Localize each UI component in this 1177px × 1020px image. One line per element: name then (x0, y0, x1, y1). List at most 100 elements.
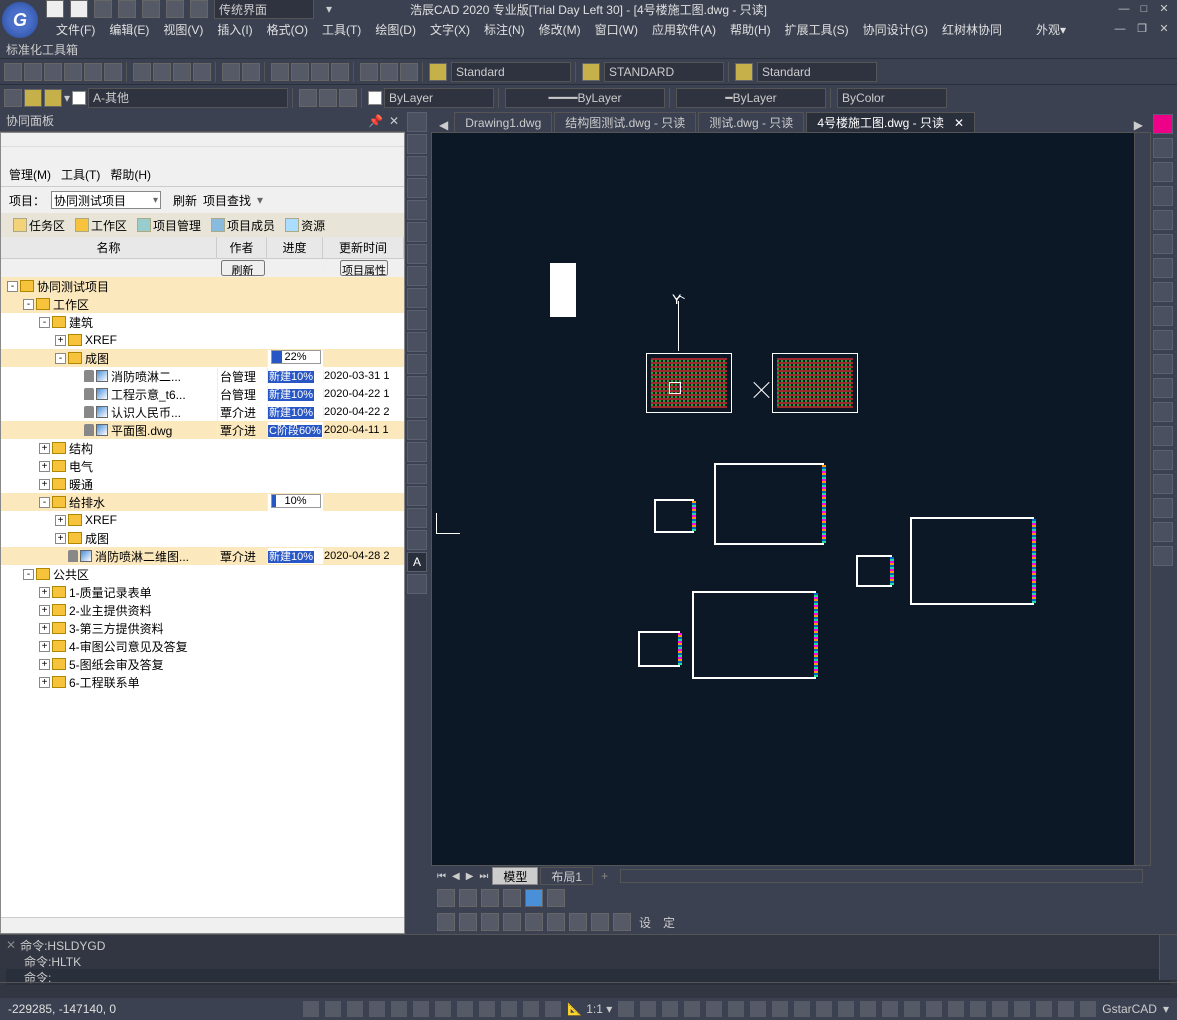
tab-project[interactable]: 项目管理 (133, 215, 205, 236)
bt-4-icon[interactable] (503, 913, 521, 931)
tablestyle-icon[interactable] (735, 63, 753, 81)
layer-match-icon[interactable] (339, 89, 357, 107)
model-icon[interactable] (479, 1001, 495, 1017)
sb-j-icon[interactable] (816, 1001, 832, 1017)
refresh-button[interactable]: 刷新 (221, 260, 265, 276)
expand-icon[interactable]: - (23, 569, 34, 580)
menu-window[interactable]: 窗口(W) (591, 19, 642, 40)
minimize-icon[interactable]: — (1115, 1, 1133, 17)
app-logo[interactable]: G (2, 2, 38, 38)
open-icon[interactable] (70, 0, 88, 18)
sb-v-icon[interactable] (1080, 1001, 1096, 1017)
print-icon[interactable] (142, 0, 160, 18)
otrack-icon[interactable] (413, 1001, 429, 1017)
tablestyle-select[interactable]: Standard (757, 62, 877, 82)
tb-copy-icon[interactable] (153, 63, 171, 81)
tb-preview-icon[interactable] (104, 63, 122, 81)
bt-setting-2[interactable]: 定 (659, 914, 679, 931)
panel-hscroll[interactable] (1, 917, 404, 933)
tb-paste-icon[interactable] (173, 63, 191, 81)
dyn-icon[interactable] (435, 1001, 451, 1017)
layer-state-icon[interactable] (44, 89, 62, 107)
bt-6-icon[interactable] (547, 913, 565, 931)
dim-tool-icon[interactable] (407, 420, 427, 440)
panel-menu-manage[interactable]: 管理(M) (9, 166, 51, 183)
dimstyle-icon[interactable] (582, 63, 600, 81)
tb-zoomext-icon[interactable] (331, 63, 349, 81)
menu-format[interactable]: 格式(O) (263, 19, 312, 40)
expand-icon[interactable]: + (39, 587, 50, 598)
layer-filter-icon[interactable] (319, 89, 337, 107)
tb-save-icon[interactable] (44, 63, 62, 81)
tree-row[interactable]: +结构 (1, 439, 404, 457)
menu-tools[interactable]: 工具(T) (318, 19, 365, 40)
render-icon[interactable] (437, 889, 455, 907)
panel-pin-icon[interactable]: 📌 (368, 114, 383, 128)
layout-hscroll[interactable] (620, 869, 1143, 883)
sb-p-icon[interactable] (948, 1001, 964, 1017)
tb-pan-icon[interactable] (271, 63, 289, 81)
tb-info-icon[interactable] (400, 63, 418, 81)
expand-icon[interactable]: + (55, 335, 66, 346)
saveas-icon[interactable] (118, 0, 136, 18)
tree-row[interactable]: 消防喷淋二维图...覃介进新建10%2020-04-28 2 (1, 547, 404, 565)
expand-icon[interactable]: + (39, 605, 50, 616)
tree-row[interactable]: +XREF (1, 331, 404, 349)
copy-mod-icon[interactable] (1153, 138, 1173, 158)
menu-collab[interactable]: 协同设计(G) (859, 19, 932, 40)
osnap-icon[interactable] (391, 1001, 407, 1017)
tree-row[interactable]: 工程示意_t6...台管理新建10%2020-04-22 1 (1, 385, 404, 403)
tb-new-icon[interactable] (4, 63, 22, 81)
doc-restore-icon[interactable]: ❐ (1133, 21, 1151, 37)
doc-tab[interactable]: 结构图测试.dwg - 只读 (554, 112, 696, 132)
viewcube-icon[interactable] (481, 889, 499, 907)
project-attrs-button[interactable]: 项目属性 (340, 260, 388, 276)
close-icon[interactable]: ✕ (1155, 1, 1173, 17)
grid-icon[interactable] (325, 1001, 341, 1017)
tree-row[interactable]: -公共区 (1, 565, 404, 583)
arc-tool-icon[interactable] (407, 178, 427, 198)
tb-print-icon[interactable] (84, 63, 102, 81)
lineweight-select[interactable]: ━ ByLayer (676, 88, 826, 108)
edit-pline-icon[interactable] (1153, 546, 1173, 566)
expand-icon[interactable]: - (23, 299, 34, 310)
expand-icon[interactable]: + (39, 479, 50, 490)
tree-row[interactable]: +3-第三方提供资料 (1, 619, 404, 637)
line-tool-icon[interactable] (407, 112, 427, 132)
expand-icon[interactable]: + (39, 641, 50, 652)
tree-row[interactable]: 消防喷淋二...台管理新建10%2020-03-31 1 (1, 367, 404, 385)
tb-undo-icon[interactable] (222, 63, 240, 81)
spline-tool-icon[interactable] (407, 244, 427, 264)
tb-open-icon[interactable] (24, 63, 42, 81)
menu-app[interactable]: 应用软件(A) (648, 19, 720, 40)
sb-s-icon[interactable] (1014, 1001, 1030, 1017)
join-icon[interactable] (1153, 402, 1173, 422)
hatch-tool-icon[interactable] (407, 266, 427, 286)
doc-minimize-icon[interactable]: — (1111, 21, 1129, 37)
scale-readout[interactable]: 📐1:1 ▾ (567, 1002, 612, 1016)
color-swatch[interactable] (368, 91, 382, 105)
mirror-icon[interactable] (1153, 162, 1173, 182)
bt-8-icon[interactable] (591, 913, 609, 931)
expand-icon[interactable]: - (39, 497, 50, 508)
expand-icon[interactable]: - (7, 281, 18, 292)
explode-icon[interactable] (1153, 474, 1173, 494)
rotate-icon[interactable] (1153, 258, 1173, 278)
layer-select[interactable]: A-其他 (88, 88, 288, 108)
table-tool-icon[interactable] (407, 332, 427, 352)
expand-icon[interactable]: + (39, 443, 50, 454)
donut-tool-icon[interactable] (407, 530, 427, 550)
sc-icon[interactable] (523, 1001, 539, 1017)
bt-7-icon[interactable] (569, 913, 587, 931)
refresh-link[interactable]: 刷新 (173, 192, 197, 209)
lwt-icon[interactable] (457, 1001, 473, 1017)
cmd-hscroll[interactable] (0, 982, 1177, 998)
boundary-tool-icon[interactable] (407, 508, 427, 528)
stretch-icon[interactable] (1153, 306, 1173, 326)
gradient-tool-icon[interactable] (407, 574, 427, 594)
circle-tool-icon[interactable] (407, 156, 427, 176)
sb-e-icon[interactable] (706, 1001, 722, 1017)
tb-redo-icon[interactable] (242, 63, 260, 81)
menu-dim[interactable]: 标注(N) (480, 19, 529, 40)
sb-b-icon[interactable] (640, 1001, 656, 1017)
